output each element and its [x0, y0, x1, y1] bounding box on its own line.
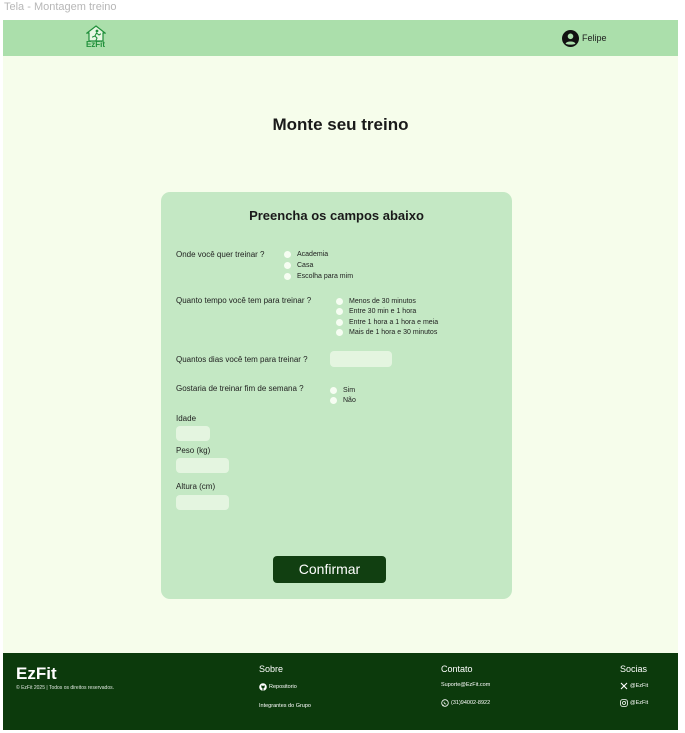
radio-button[interactable]: [330, 396, 337, 404]
user-name: Felipe: [582, 33, 607, 43]
page-title: Monte seu treino: [272, 115, 409, 134]
footer-phone-link[interactable]: (31)94002-8922: [441, 699, 490, 707]
days-input[interactable]: [330, 351, 392, 367]
radio-button[interactable]: [336, 328, 343, 336]
option-label: Academia: [297, 250, 329, 258]
option-label: Não: [343, 396, 356, 404]
footer-email-link[interactable]: Suporte@EzFit.com: [441, 682, 490, 688]
footer-x-label: @EzFit: [630, 683, 649, 689]
navbar: EzFit Felipe: [3, 20, 678, 56]
height-label: Altura (cm): [176, 482, 216, 491]
page: EzFit Felipe Monte seu treino Preencha o…: [3, 20, 678, 730]
footer-phone-label: (31)94002-8922: [451, 700, 491, 706]
radio-button[interactable]: [284, 250, 291, 258]
age-label: Idade: [176, 414, 197, 423]
logo-text: EzFit: [85, 40, 106, 49]
option-label: Menos de 30 minutos: [349, 297, 416, 305]
option-label: Sim: [343, 386, 356, 394]
user-avatar-icon: [562, 29, 579, 47]
footer-group-link[interactable]: Integrantes do Grupo: [259, 703, 311, 709]
radio-button[interactable]: [284, 272, 291, 280]
footer-instagram-label: @EzFit: [630, 700, 649, 706]
footer-group-label: Integrantes do Grupo: [259, 703, 311, 709]
footer-email-label: Suporte@EzFit.com: [441, 682, 491, 688]
x-twitter-icon: [620, 682, 628, 690]
question-time-label: Quanto tempo você tem para treinar ?: [176, 296, 312, 305]
radio-button[interactable]: [330, 386, 337, 394]
logo[interactable]: EzFit: [82, 25, 109, 53]
form-title: Preencha os campos abaixo: [249, 208, 424, 223]
weight-input[interactable]: [176, 458, 229, 473]
option-label: Mais de 1 hora e 30 minutos: [349, 328, 438, 336]
radio-button[interactable]: [336, 307, 343, 315]
whatsapp-icon: [441, 699, 449, 707]
user-menu[interactable]: Felipe: [562, 29, 607, 47]
option-label: Entre 30 min e 1 hora: [349, 307, 417, 315]
question-weekend-label: Gostaria de treinar fim de semana ?: [176, 384, 304, 393]
footer-repo-label: Repositorio: [269, 684, 297, 690]
footer-copyright: © EzFit 2025 | Todos os direitos reserva…: [16, 685, 114, 691]
option-time-1[interactable]: Menos de 30 minutos: [336, 296, 416, 306]
footer-x-link[interactable]: @EzFit: [620, 682, 648, 690]
option-label: Casa: [297, 261, 314, 269]
age-input[interactable]: [176, 426, 210, 441]
radio-button[interactable]: [336, 297, 343, 305]
option-nao[interactable]: Não: [330, 395, 356, 405]
form-card: Preencha os campos abaixo Onde você quer…: [161, 192, 512, 599]
confirm-button[interactable]: Confirmar: [273, 556, 386, 583]
footer-contato-heading: Contato: [441, 664, 473, 674]
height-input[interactable]: [176, 495, 229, 510]
option-escolha-para-mim[interactable]: Escolha para mim: [284, 271, 353, 281]
footer-brand: EzFit: [16, 664, 57, 683]
option-time-3[interactable]: Entre 1 hora a 1 hora e meia: [336, 317, 438, 327]
question-location-label: Onde você quer treinar ?: [176, 250, 265, 259]
option-academia[interactable]: Academia: [284, 249, 328, 259]
option-label: Escolha para mim: [297, 272, 354, 280]
github-icon: [259, 683, 267, 691]
radio-button[interactable]: [284, 261, 291, 269]
footer-instagram-link[interactable]: @EzFit: [620, 699, 648, 707]
footer-socias-heading: Socias: [620, 664, 648, 674]
footer: EzFit © EzFit 2025 | Todos os direitos r…: [3, 653, 678, 730]
option-time-2[interactable]: Entre 30 min e 1 hora: [336, 306, 416, 316]
question-days-label: Quantos dias você tem para treinar ?: [176, 355, 308, 364]
radio-button[interactable]: [336, 318, 343, 326]
option-time-4[interactable]: Mais de 1 hora e 30 minutos: [336, 327, 437, 337]
option-sim[interactable]: Sim: [330, 385, 355, 395]
footer-sobre-heading: Sobre: [259, 664, 284, 674]
frame-label: Tela - Montagem treino: [4, 1, 117, 13]
option-label: Entre 1 hora a 1 hora e meia: [349, 318, 439, 326]
instagram-icon: [620, 699, 628, 707]
footer-repo-link[interactable]: Repositorio: [259, 683, 297, 691]
weight-label: Peso (kg): [176, 446, 211, 455]
option-casa[interactable]: Casa: [284, 260, 313, 270]
